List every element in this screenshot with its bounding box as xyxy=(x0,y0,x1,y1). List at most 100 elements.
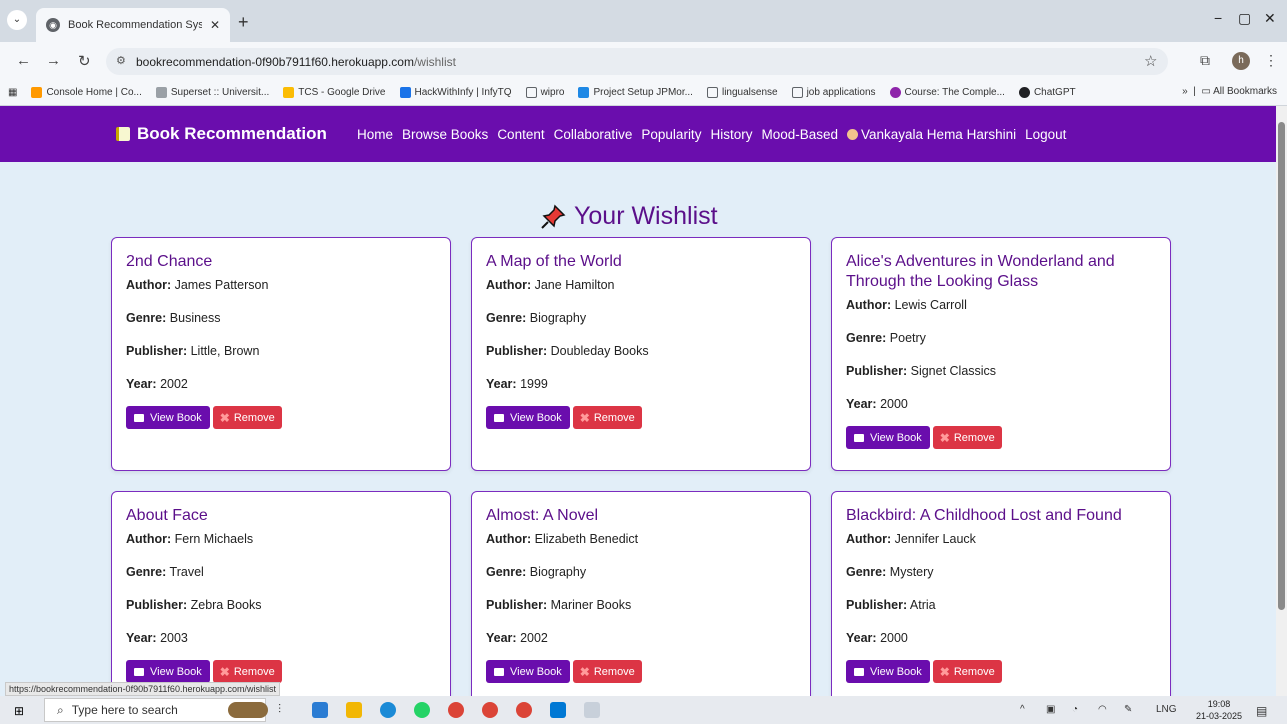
pen-icon[interactable]: ✎ xyxy=(1124,704,1132,715)
book-publisher: Publisher: Little, Brown xyxy=(126,344,260,358)
nav-mood-based[interactable]: Mood-Based xyxy=(761,127,838,142)
tab-close-icon[interactable]: ✕ xyxy=(210,18,220,32)
notepad-icon[interactable] xyxy=(584,702,600,718)
windows-taskbar: ⊞ ⌕ Type here to search ⫶ ^ ▣ ◔ ◠ ✎ LNG … xyxy=(0,696,1287,724)
folder-icon xyxy=(706,87,718,98)
all-bookmarks-link[interactable]: All Bookmarks xyxy=(1213,86,1277,97)
remove-button[interactable]: ✖ Remove xyxy=(212,406,282,429)
edge-icon[interactable] xyxy=(380,702,396,718)
view-book-button[interactable]: View Book xyxy=(126,406,210,429)
book-icon xyxy=(116,127,130,141)
book-publisher: Publisher: Atria xyxy=(846,598,936,612)
brand-logo[interactable]: Book Recommendation xyxy=(116,124,327,144)
scrollbar-thumb[interactable] xyxy=(1278,122,1285,610)
weather-widget-icon[interactable] xyxy=(228,702,268,718)
page-content: Book Recommendation Home Browse Books Co… xyxy=(0,106,1276,696)
chatgpt-icon xyxy=(1018,87,1030,98)
nav-home[interactable]: Home xyxy=(357,127,393,142)
task-view-icon[interactable]: ⫶ xyxy=(278,702,294,718)
bookmarks-more-icon[interactable]: » xyxy=(1182,86,1188,97)
volume-icon[interactable]: ◔ xyxy=(1072,704,1078,715)
remove-button[interactable]: ✖ Remove xyxy=(572,660,642,683)
tray-overflow-icon[interactable]: ^ xyxy=(1020,704,1025,715)
profile-avatar[interactable]: h xyxy=(1232,52,1250,70)
wifi-icon[interactable]: ◠ xyxy=(1098,704,1107,715)
bookmark-item[interactable]: TCS - Google Drive xyxy=(283,87,386,98)
bookmark-item[interactable]: Superset :: Universit... xyxy=(155,87,269,98)
language-indicator[interactable]: LNG xyxy=(1156,704,1177,715)
tab-search-chevron-icon[interactable]: ⌄ xyxy=(7,10,27,30)
nav-browse-books[interactable]: Browse Books xyxy=(402,127,488,142)
wishlist-card: 2nd Chance Author: James Patterson Genre… xyxy=(111,237,451,471)
nav-user[interactable]: Vankayala Hema Harshini xyxy=(847,127,1016,142)
nav-logout[interactable]: Logout xyxy=(1025,127,1066,142)
minimize-icon[interactable]: − xyxy=(1214,10,1222,26)
apps-grid-icon[interactable]: ▦ xyxy=(8,87,17,98)
site-info-icon[interactable]: ⚙ xyxy=(116,54,126,67)
book-title: A Map of the World xyxy=(486,253,622,270)
book-publisher: Publisher: Signet Classics xyxy=(846,364,997,378)
notification-icon[interactable]: ▤ xyxy=(1256,704,1267,718)
nav-content[interactable]: Content xyxy=(497,127,544,142)
bookmark-item[interactable]: wipro xyxy=(525,87,564,98)
remove-button[interactable]: ✖ Remove xyxy=(932,660,1002,683)
chrome-icon[interactable] xyxy=(516,702,532,718)
extensions-icon[interactable]: ⧉ xyxy=(1200,52,1210,69)
nav-popularity[interactable]: Popularity xyxy=(641,127,701,142)
cross-icon: ✖ xyxy=(579,664,590,679)
bookmark-item[interactable]: job applications xyxy=(791,87,876,98)
chrome-icon[interactable] xyxy=(482,702,498,718)
new-tab-icon[interactable]: + xyxy=(238,12,249,33)
cross-icon: ✖ xyxy=(939,430,950,445)
view-book-button[interactable]: View Book xyxy=(846,660,930,683)
bookmark-item[interactable]: Console Home | Co... xyxy=(31,87,142,98)
cross-icon: ✖ xyxy=(219,664,230,679)
nav-history[interactable]: History xyxy=(710,127,752,142)
book-author: Author: Fern Michaels xyxy=(126,532,254,546)
book-genre: Genre: Biography xyxy=(486,565,587,579)
chrome-icon[interactable] xyxy=(448,702,464,718)
forward-arrow-icon[interactable]: → xyxy=(46,52,61,69)
maximize-icon[interactable]: ▢ xyxy=(1238,10,1251,27)
tab-title: Book Recommendation System xyxy=(68,19,202,31)
book-year: Year: 1999 xyxy=(486,377,548,391)
bookmark-item[interactable]: ChatGPT xyxy=(1018,87,1076,98)
search-icon: ⌕ xyxy=(57,702,64,717)
folder-icon xyxy=(525,87,537,98)
taskbar-clock[interactable]: 19:08 21-03-2025 xyxy=(1196,698,1242,722)
network-icon[interactable]: ▣ xyxy=(1046,704,1055,715)
view-book-button[interactable]: View Book xyxy=(846,426,930,449)
page-scrollbar[interactable] xyxy=(1276,106,1287,696)
view-book-button[interactable]: View Book xyxy=(126,660,210,683)
book-title: Almost: A Novel xyxy=(486,507,599,524)
outlook-icon[interactable] xyxy=(312,702,328,718)
browser-menu-icon[interactable]: ⋮ xyxy=(1264,52,1278,69)
bookmark-item[interactable]: lingualsense xyxy=(706,87,778,98)
vscode-icon[interactable] xyxy=(550,702,566,718)
bookmark-item[interactable]: HackWithInfy | InfyTQ xyxy=(399,87,512,98)
windows-start-icon[interactable]: ⊞ xyxy=(14,704,24,718)
nav-collaborative[interactable]: Collaborative xyxy=(554,127,633,142)
jpmorgan-icon xyxy=(578,87,590,98)
remove-button[interactable]: ✖ Remove xyxy=(212,660,282,683)
view-book-button[interactable]: View Book xyxy=(486,660,570,683)
back-arrow-icon[interactable]: ← xyxy=(16,52,31,69)
remove-button[interactable]: ✖ Remove xyxy=(932,426,1002,449)
bookmark-star-icon[interactable]: ☆ xyxy=(1144,52,1157,70)
bookmark-item[interactable]: Course: The Comple... xyxy=(889,87,1005,98)
bookmark-item[interactable]: Project Setup JPMor... xyxy=(578,87,693,98)
reload-icon[interactable]: ↻ xyxy=(78,52,91,70)
bookmarks-right: » | ▭ All Bookmarks xyxy=(1182,86,1277,97)
close-window-icon[interactable]: ✕ xyxy=(1264,10,1276,27)
address-bar[interactable]: bookrecommendation-0f90b7911f60.herokuap… xyxy=(106,48,1168,75)
view-book-button[interactable]: View Book xyxy=(486,406,570,429)
browser-tab[interactable]: ◉ Book Recommendation System ✕ xyxy=(36,8,230,42)
all-bookmarks-folder-icon: ▭ xyxy=(1201,86,1211,97)
book-genre: Genre: Travel xyxy=(126,565,204,579)
file-explorer-icon[interactable] xyxy=(346,702,362,718)
whatsapp-icon[interactable] xyxy=(414,702,430,718)
clock-time: 19:08 xyxy=(1207,699,1231,709)
wishlist-card: Almost: A Novel Author: Elizabeth Benedi… xyxy=(471,491,811,696)
remove-button[interactable]: ✖ Remove xyxy=(572,406,642,429)
book-genre: Genre: Business xyxy=(126,311,221,325)
